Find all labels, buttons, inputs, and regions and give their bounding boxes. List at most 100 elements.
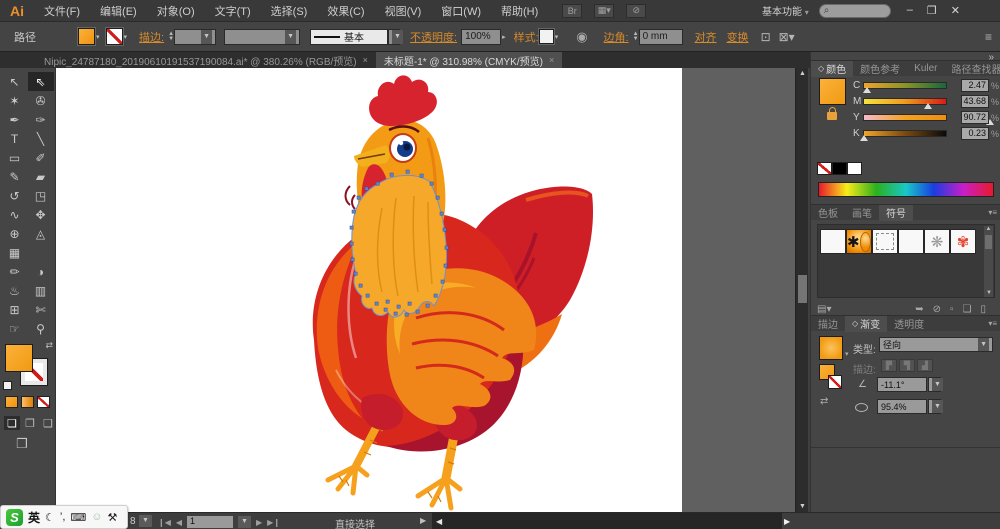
stroke-along-icon[interactable]: ▜ <box>899 359 915 372</box>
tab-symbols[interactable]: 符号 <box>879 205 913 221</box>
channel-slider[interactable] <box>863 130 947 137</box>
document-tab-active[interactable]: 未标题-1* @ 310.98% (CMYK/预览) × <box>376 52 562 68</box>
search-input[interactable]: ⌕ <box>819 4 891 18</box>
menu-item[interactable]: 帮助(H) <box>491 3 548 19</box>
tool-pen-alt[interactable]: ✑ <box>28 110 54 129</box>
gradient-swatch[interactable] <box>819 336 843 360</box>
arrange-documents-icon[interactable]: ▦▾ <box>594 4 614 18</box>
chevron-down-icon[interactable]: ▾ <box>96 33 100 41</box>
reverse-gradient-icon[interactable]: ⇄ <box>820 396 828 407</box>
opacity-link[interactable]: 不透明度: <box>410 29 457 45</box>
horizontal-scrollbar[interactable]: ◀ <box>432 513 782 529</box>
corner-link[interactable]: 边角: <box>604 29 629 45</box>
artboard[interactable] <box>56 68 682 512</box>
tool-selection[interactable]: ↖ <box>2 72 28 91</box>
default-fill-stroke-icon[interactable] <box>3 381 12 390</box>
tool-pen[interactable]: ✒ <box>2 110 28 129</box>
tool-mesh[interactable]: ▦ <box>2 243 28 262</box>
symbols-scrollbar[interactable]: ▲▼ <box>984 226 993 297</box>
current-color-swatch[interactable] <box>819 78 846 105</box>
angle-caret[interactable]: ▼ <box>928 377 941 392</box>
none-button[interactable] <box>37 396 50 408</box>
draw-inside-icon[interactable]: ❑ <box>40 416 56 430</box>
new-symbol-icon[interactable]: ❏ <box>963 304 972 315</box>
stroke-color-swatch[interactable] <box>106 28 123 45</box>
scroll-right-icon[interactable]: ▶ <box>420 516 426 525</box>
transform-link[interactable]: 变换 <box>727 29 749 45</box>
scroll-up-icon[interactable]: ▲ <box>796 70 809 77</box>
language-indicator[interactable]: 英 <box>28 509 40 526</box>
zoom-dropdown-icon[interactable]: ▼ <box>139 515 152 527</box>
none-swatch[interactable] <box>817 162 832 175</box>
last-artboard-icon[interactable]: ▶❙ <box>267 518 280 527</box>
menu-item[interactable]: 文件(F) <box>34 3 90 19</box>
corner-input[interactable]: 0 mm <box>639 29 683 45</box>
color-spectrum-bar[interactable] <box>818 182 994 197</box>
artboard-number-field[interactable]: 1 <box>187 516 233 528</box>
channel-value[interactable]: 0.23 <box>961 127 989 140</box>
aspect-caret[interactable]: ▼ <box>928 399 941 414</box>
slider-thumb[interactable] <box>863 87 871 93</box>
tab-gradient[interactable]: ◇渐变 <box>845 316 887 332</box>
chevron-down-icon[interactable]: ▾ <box>555 33 559 41</box>
menu-item[interactable]: 效果(C) <box>317 3 374 19</box>
tool-eraser[interactable]: ▰ <box>28 167 54 186</box>
ink-splat-symbol[interactable]: ✱ <box>846 229 872 254</box>
tool-symbol-sprayer[interactable]: ♨ <box>2 281 28 300</box>
next-artboard-icon[interactable]: ▶ <box>256 518 262 527</box>
tool-paintbrush[interactable]: ✐ <box>28 148 54 167</box>
close-icon[interactable]: × <box>363 55 368 65</box>
vertical-scrollbar[interactable]: ▲ ▼ <box>795 68 808 512</box>
tool-rotate[interactable]: ↺ <box>2 186 28 205</box>
panel-menu-icon[interactable]: ▾≡ <box>988 208 997 217</box>
chevron-down-icon[interactable]: ▾ <box>845 350 849 358</box>
screen-mode-icon[interactable]: ❒ <box>16 436 28 452</box>
slider-thumb[interactable] <box>860 135 868 141</box>
tool-hand[interactable]: ☞ <box>2 319 28 338</box>
orb-symbol[interactable] <box>872 229 898 254</box>
tab-stroke[interactable]: 描边 <box>811 316 845 332</box>
moon-icon[interactable]: ☾ <box>45 511 55 524</box>
zoom-level-field[interactable]: 8 <box>130 516 136 527</box>
lock-icon[interactable] <box>827 112 837 120</box>
gradient-angle-input[interactable]: -11.1° <box>877 377 927 392</box>
tool-pencil[interactable]: ✎ <box>2 167 28 186</box>
close-icon[interactable]: × <box>549 55 554 65</box>
tool-artboard[interactable]: ⊞ <box>2 300 28 319</box>
style-swatch[interactable] <box>539 29 554 44</box>
person-icon[interactable]: ☺ <box>91 511 102 523</box>
frame-symbol[interactable] <box>898 229 924 254</box>
prev-artboard-icon[interactable]: ◀ <box>176 518 182 527</box>
menu-item[interactable]: 窗口(W) <box>431 3 491 19</box>
tool-slice[interactable]: ✄ <box>28 300 54 319</box>
twirl-symbol[interactable]: ❋ <box>924 229 950 254</box>
stroke-across-icon[interactable]: ▟ <box>917 359 933 372</box>
brush-definition-dropdown[interactable]: 基本 <box>310 29 388 45</box>
slider-thumb[interactable] <box>924 103 932 109</box>
delete-symbol-icon[interactable]: ▯ <box>980 304 986 315</box>
break-link-icon[interactable]: ⊘ <box>933 304 941 315</box>
no-constrain-icon[interactable]: ⊠▾ <box>779 30 795 44</box>
tool-shape-builder[interactable]: ⊕ <box>2 224 28 243</box>
punctuation-icon[interactable]: ’, <box>60 511 66 523</box>
close-button[interactable]: ✕ <box>951 4 960 17</box>
draw-behind-icon[interactable]: ❐ <box>22 416 38 430</box>
channel-value[interactable]: 43.68 <box>961 95 989 108</box>
gradient-stroke-swatch[interactable] <box>828 375 842 389</box>
stroke-link[interactable]: 描边: <box>139 29 164 45</box>
first-artboard-icon[interactable]: ❙◀ <box>158 518 171 527</box>
tool-magic-wand[interactable]: ✶ <box>2 91 28 110</box>
gradient-aspect-input[interactable]: 95.4% <box>877 399 927 414</box>
scroll-right-end-icon[interactable]: ▶ <box>784 517 790 526</box>
keyboard-icon[interactable]: ⌨ <box>70 511 86 524</box>
document-tab[interactable]: Nipic_24787180_20190610191537190084.ai* … <box>36 52 376 68</box>
tab-color[interactable]: ◇颜色 <box>811 61 853 77</box>
flower-symbol[interactable]: ✾ <box>950 229 976 254</box>
tab-kuler[interactable]: Kuler <box>907 61 944 77</box>
tool-column-graph[interactable]: ▥ <box>28 281 54 300</box>
tool-line-segment[interactable]: ╲ <box>28 129 54 148</box>
menu-item[interactable]: 选择(S) <box>261 3 318 19</box>
channel-slider[interactable] <box>863 82 947 89</box>
panel-menu-icon[interactable]: ▾≡ <box>988 319 997 328</box>
dock-control-icon[interactable]: ≡ <box>985 30 992 44</box>
